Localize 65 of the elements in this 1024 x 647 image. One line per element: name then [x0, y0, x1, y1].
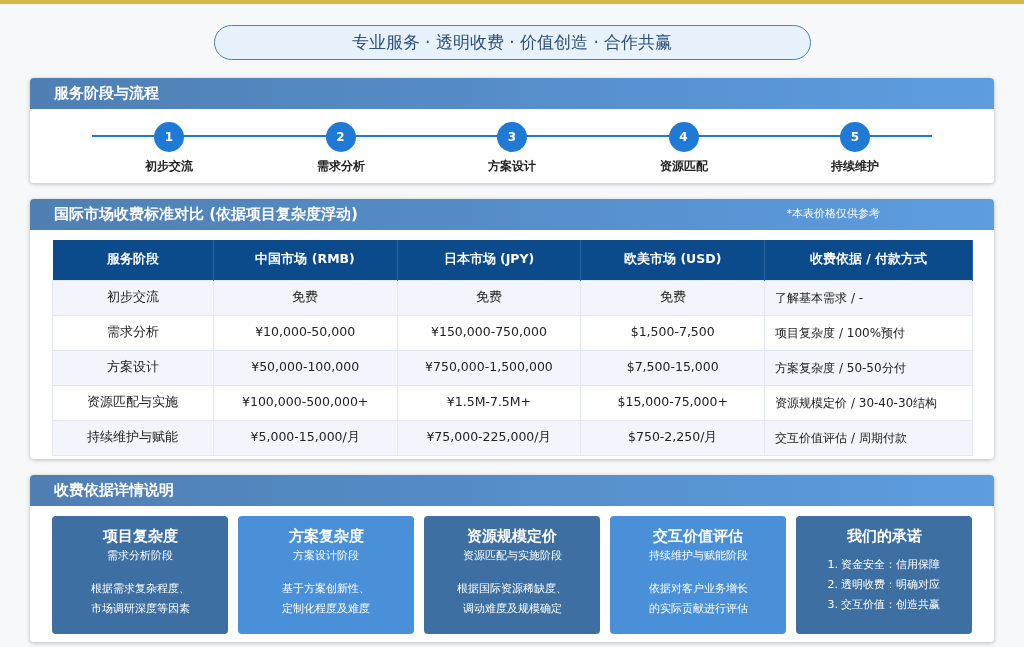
column-header: 服务阶段 — [52, 240, 214, 280]
card-text: 2. 透明收费：明确对应 — [827, 577, 941, 593]
card-text: 定制化程度及难度 — [282, 600, 370, 617]
table-cell: ¥150,000-750,000 — [397, 315, 581, 350]
table-cell: ¥75,000-225,000/月 — [397, 420, 581, 455]
table-cell: 免费 — [580, 280, 765, 315]
table-cell: 资源匹配与实施 — [52, 385, 214, 420]
column-header: 收费依据 / 付款方式 — [764, 240, 973, 280]
table-cell: ¥5,000-15,000/月 — [213, 420, 398, 455]
section-title: 国际市场收费标准对比 (依据项目复杂度浮动) — [54, 204, 358, 226]
table-cell: 方案复杂度 / 50-50分付 — [764, 350, 973, 385]
card-text: 调动难度及规模确定 — [462, 600, 562, 617]
card-subtitle: 持续维护与赋能阶段 — [648, 548, 748, 564]
step-number: 5 — [840, 122, 870, 152]
card-text: 3. 交互价值：创造共赢 — [827, 597, 941, 613]
table-cell: ¥10,000-50,000 — [213, 315, 398, 350]
card-title: 项目复杂度 — [102, 525, 178, 547]
step-label: 初步交流 — [145, 158, 193, 175]
slogan-banner: 专业服务 · 透明收费 · 价值创造 · 合作共赢 — [213, 25, 811, 60]
card-title: 方案复杂度 — [288, 525, 364, 547]
table-cell: 免费 — [213, 280, 398, 315]
step-label: 方案设计 — [488, 158, 536, 175]
table-cell: 持续维护与赋能 — [52, 420, 214, 455]
table-cell: $7,500-15,000 — [580, 350, 765, 385]
step-number: 3 — [497, 122, 527, 152]
card-text: 基于方案创新性、 — [282, 580, 370, 597]
card-title: 资源规模定价 — [467, 525, 557, 547]
card-text: 市场调研深度等因素 — [90, 600, 190, 617]
step-label: 持续维护 — [831, 158, 879, 175]
step-number: 4 — [668, 122, 699, 152]
step-label: 需求分析 — [316, 158, 365, 175]
column-header: 中国市场 (RMB) — [213, 240, 398, 280]
step-number: 1 — [154, 122, 184, 152]
table-cell: 方案设计 — [52, 350, 214, 385]
table-cell: ¥750,000-1,500,000 — [397, 350, 581, 385]
table-cell: 初步交流 — [52, 280, 214, 315]
card-title: 我们的承诺 — [846, 525, 922, 547]
column-header: 日本市场 (JPY) — [397, 240, 581, 280]
table-cell: 了解基本需求 / - — [764, 280, 973, 315]
table-cell: $1,500-7,500 — [580, 315, 765, 350]
reference-note: *本表价格仅供参考 — [786, 206, 880, 223]
column-header: 欧美市场 (USD) — [580, 240, 765, 280]
table-cell: ¥100,000-500,000+ — [213, 385, 398, 420]
card-subtitle: 需求分析阶段 — [107, 548, 173, 564]
table-cell: $15,000-75,000+ — [580, 385, 765, 420]
card-text: 根据需求复杂程度、 — [90, 580, 190, 597]
step-label: 资源匹配 — [659, 158, 708, 175]
table-cell: 交互价值评估 / 周期付款 — [764, 420, 973, 455]
step-number: 2 — [325, 122, 356, 152]
card-text: 依据对客户业务增长 — [648, 580, 748, 597]
card-subtitle: 方案设计阶段 — [293, 548, 359, 564]
card-title: 交互价值评估 — [653, 525, 743, 547]
table-cell: $750-2,250/月 — [580, 420, 765, 455]
section-title: 收费依据详情说明 — [54, 479, 174, 501]
card-text: 根据国际资源稀缺度、 — [457, 580, 567, 597]
table-cell: 免费 — [397, 280, 581, 315]
card-text: 的实际贡献进行评估 — [648, 600, 748, 617]
card-subtitle: 资源匹配与实施阶段 — [462, 548, 562, 564]
table-cell: ¥50,000-100,000 — [213, 350, 398, 385]
table-cell: 资源规模定价 / 30-40-30结构 — [764, 385, 973, 420]
table-cell: ¥1.5M-7.5M+ — [397, 385, 581, 420]
section-title: 服务阶段与流程 — [54, 83, 159, 105]
card-text: 1. 资金安全：信用保障 — [827, 557, 941, 573]
table-cell: 项目复杂度 / 100%预付 — [764, 315, 973, 350]
table-cell: 需求分析 — [52, 315, 214, 350]
